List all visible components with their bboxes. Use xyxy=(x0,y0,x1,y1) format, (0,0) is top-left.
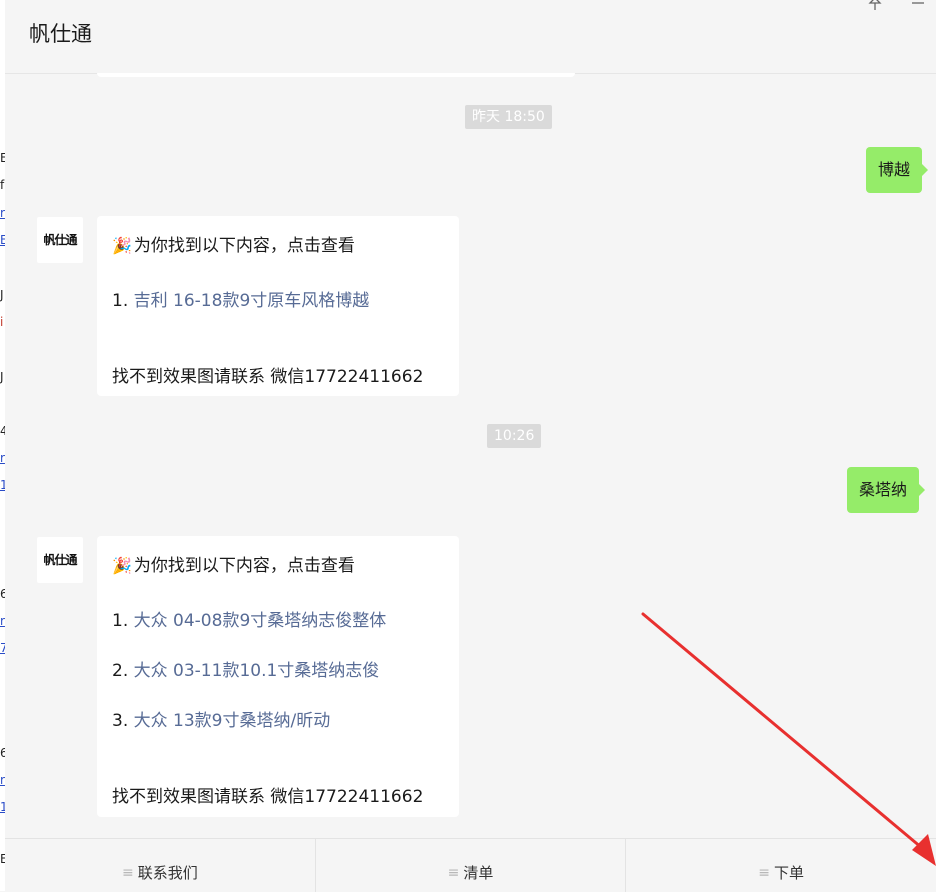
bot-reply-card: 🎉 为你找到以下内容，点击查看 1. 吉利 16-18款9寸原车风格博越 找不到效… xyxy=(97,216,459,396)
left-strip-char: 4 xyxy=(0,424,5,438)
left-strip-char: f xyxy=(0,178,5,192)
result-link[interactable]: 大众 03-11款10.1寸桑塔纳志俊 xyxy=(134,661,380,681)
reply-intro-text: 为你找到以下内容，点击查看 xyxy=(133,556,355,576)
user-message-bubble[interactable]: 桑塔纳 xyxy=(847,467,926,513)
result-link[interactable]: 吉利 16-18款9寸原车风格博越 xyxy=(134,291,370,311)
menu-lines-icon: ≡ xyxy=(447,864,460,881)
reply-intro: 🎉 为你找到以下内容，点击查看 xyxy=(112,551,355,576)
chat-header: 帆仕通 xyxy=(5,0,936,74)
menu-lines-icon: ≡ xyxy=(758,864,771,881)
minimize-icon[interactable] xyxy=(911,0,925,15)
user-message-bubble[interactable]: 博越 xyxy=(866,147,929,193)
left-strip-link[interactable]: E xyxy=(0,233,5,247)
minimize-icon-svg xyxy=(912,2,924,4)
menu-list[interactable]: ≡ 清单 xyxy=(316,839,627,892)
bot-avatar[interactable]: 帆仕通 xyxy=(37,217,83,263)
menu-label: 下单 xyxy=(774,864,805,882)
timestamp-badge: 10:26 xyxy=(487,424,542,448)
bot-reply-card: 🎉 为你找到以下内容，点击查看 1. 大众 04-08款9寸桑塔纳志俊整体 2. … xyxy=(97,536,459,817)
left-strip-link[interactable]: 1 xyxy=(0,800,5,814)
result-link-item[interactable]: 2. 大众 03-11款10.1寸桑塔纳志俊 xyxy=(112,656,379,681)
left-strip-link[interactable]: 1 xyxy=(0,478,5,492)
bottom-menu-bar: ≡ 联系我们 ≡ 清单 ≡ 下单 xyxy=(5,838,936,892)
result-link[interactable]: 大众 04-08款9寸桑塔纳志俊整体 xyxy=(134,611,387,631)
clipped-previous-message xyxy=(97,73,575,77)
pin-icon-svg xyxy=(868,0,882,10)
menu-label: 清单 xyxy=(463,864,494,882)
left-clipped-strip: E f r E J i J 4 r 1 6 r 7 6 r 1 E xyxy=(0,0,5,891)
chat-title: 帆仕通 xyxy=(29,22,92,46)
timestamp-badge: 昨天 18:50 xyxy=(465,105,552,129)
left-strip-link[interactable]: r xyxy=(0,614,5,628)
result-number: 1. xyxy=(112,291,129,311)
result-link[interactable]: 大众 13款9寸桑塔纳/昕动 xyxy=(134,711,331,731)
left-strip-char: J xyxy=(0,370,4,384)
result-link-item[interactable]: 1. 吉利 16-18款9寸原车风格博越 xyxy=(112,286,369,311)
left-strip-char: J xyxy=(0,288,4,302)
result-number: 3. xyxy=(112,711,129,731)
left-strip-char: i xyxy=(0,315,4,329)
reply-footer: 找不到效果图请联系 微信17722411662 xyxy=(112,787,424,807)
left-strip-link[interactable]: r xyxy=(0,773,5,787)
reply-footer: 找不到效果图请联系 微信17722411662 xyxy=(112,367,424,387)
result-link-item[interactable]: 1. 大众 04-08款9寸桑塔纳志俊整体 xyxy=(112,606,386,631)
pin-icon[interactable] xyxy=(867,0,883,17)
left-strip-link[interactable]: r xyxy=(0,206,5,220)
reply-intro: 🎉 为你找到以下内容，点击查看 xyxy=(112,231,355,256)
menu-contact-us[interactable]: ≡ 联系我们 xyxy=(5,839,316,892)
menu-label: 联系我们 xyxy=(137,864,198,882)
menu-lines-icon: ≡ xyxy=(121,864,134,881)
reply-intro-text: 为你找到以下内容，点击查看 xyxy=(133,236,355,256)
menu-order[interactable]: ≡ 下单 xyxy=(626,839,936,892)
left-strip-link[interactable]: r xyxy=(0,451,5,465)
result-link-item[interactable]: 3. 大众 13款9寸桑塔纳/昕动 xyxy=(112,706,330,731)
bot-avatar[interactable]: 帆仕通 xyxy=(37,537,83,583)
left-strip-char: 6 xyxy=(0,587,5,601)
left-strip-char: E xyxy=(0,151,5,165)
party-popper-icon: 🎉 xyxy=(112,236,132,255)
left-strip-link[interactable]: 7 xyxy=(0,641,5,655)
result-number: 1. xyxy=(112,611,129,631)
left-strip-char: 6 xyxy=(0,746,5,760)
result-number: 2. xyxy=(112,661,129,681)
party-popper-icon: 🎉 xyxy=(112,556,132,575)
